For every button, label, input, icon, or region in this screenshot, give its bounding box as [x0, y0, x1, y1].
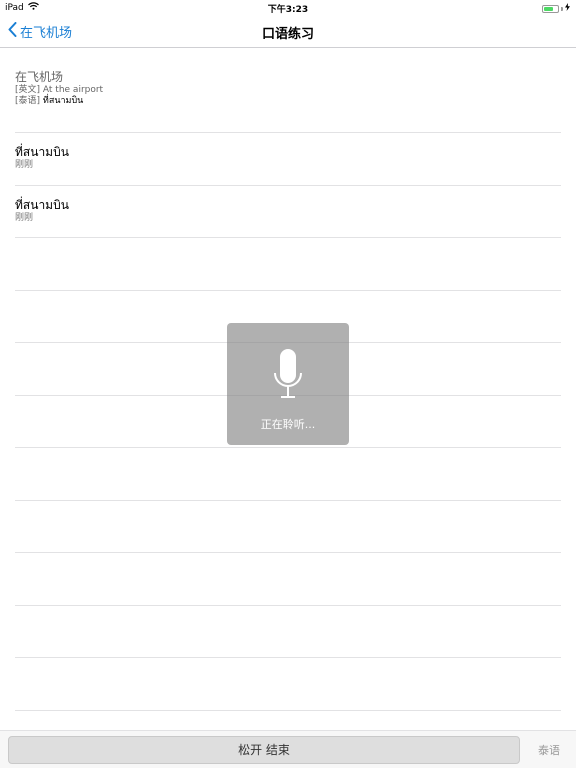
record-time: 刚刚	[15, 212, 34, 223]
status-right	[542, 3, 570, 14]
thai-translation: [泰语] ที่สนามบิน	[15, 96, 561, 107]
thai-text: ที่สนามบิน	[42, 96, 84, 106]
thai-prefix: [泰语]	[15, 96, 41, 106]
empty-row	[15, 501, 561, 553]
record-text: ที่สนามบิน	[15, 145, 69, 159]
record-text: ที่สนามบิน	[15, 197, 69, 212]
listening-text: 正在聆听...	[260, 418, 316, 431]
microphone-icon	[274, 349, 302, 403]
empty-row	[15, 606, 561, 658]
record-row[interactable]: ที่สนามบิน 刚刚	[15, 186, 561, 238]
bottom-toolbar: 松开 结束 泰语	[0, 730, 576, 768]
english-translation: [英文] At the airport	[15, 85, 561, 96]
status-bar: iPad 下午3:23	[0, 0, 576, 16]
record-time: 刚刚	[15, 160, 34, 170]
listening-overlay: 正在聆听...	[227, 323, 349, 445]
empty-row	[15, 238, 561, 291]
language-button[interactable]: 泰语	[538, 742, 560, 758]
battery-icon	[542, 4, 559, 13]
empty-row	[15, 658, 561, 711]
hold-to-talk-button[interactable]: 松开 结束	[8, 736, 520, 764]
empty-row	[15, 553, 561, 606]
english-text: At the airport	[42, 85, 104, 95]
english-prefix: [英文]	[15, 85, 41, 95]
charging-icon	[565, 3, 570, 14]
status-time: 下午3:23	[267, 5, 309, 15]
battery-fill	[544, 6, 553, 11]
record-row[interactable]: ที่สนามบิน 刚刚	[15, 133, 561, 186]
battery-tip	[561, 6, 563, 11]
screen: iPad 下午3:23 在飞机场 口语练习 在飞机场 [英文] At the a…	[0, 0, 576, 768]
phrase-title: 在飞机场	[15, 70, 64, 84]
page-title: 口语练习	[261, 27, 314, 42]
navigation-bar: 在飞机场 口语练习	[0, 16, 576, 48]
phrase-header: 在飞机场 [英文] At the airport [泰语] ที่สนามบิน	[15, 48, 561, 133]
empty-row	[15, 448, 561, 501]
